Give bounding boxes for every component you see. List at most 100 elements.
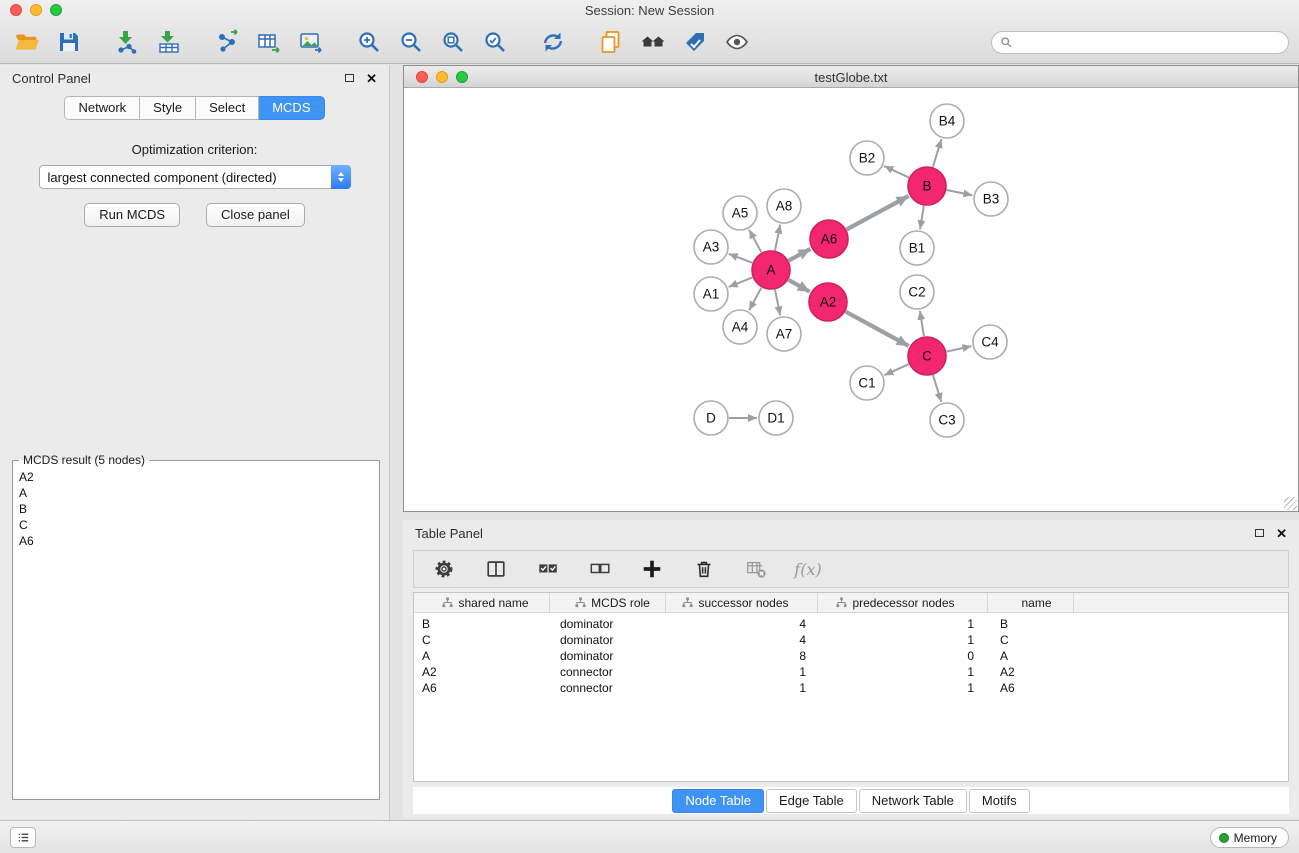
tab-network-table[interactable]: Network Table	[859, 789, 967, 813]
table-cell[interactable]: 8	[666, 649, 818, 663]
export-table-button[interactable]	[252, 25, 286, 59]
graph-node-C2[interactable]: C2	[900, 275, 934, 309]
run-mcds-button[interactable]: Run MCDS	[84, 203, 180, 227]
graph-edge[interactable]	[729, 277, 753, 287]
graph-edge[interactable]	[847, 196, 909, 229]
table-cell[interactable]: 1	[818, 633, 988, 647]
table-cell[interactable]: A6	[988, 681, 1074, 695]
tab-select[interactable]: Select	[196, 96, 259, 120]
graph-edge[interactable]	[846, 312, 909, 346]
graph-edge[interactable]	[749, 230, 761, 253]
graph-node-B4[interactable]: B4	[930, 104, 964, 138]
graph-node-B3[interactable]: B3	[974, 182, 1008, 216]
table-cell[interactable]: 1	[818, 681, 988, 695]
delete-table-button[interactable]	[742, 555, 770, 583]
tab-mcds[interactable]: MCDS	[259, 96, 324, 120]
graph-node-A6[interactable]: A6	[810, 220, 848, 258]
zoom-in-button[interactable]	[352, 25, 386, 59]
column-header-name[interactable]: name	[988, 593, 1074, 612]
column-header-mcds-role[interactable]: MCDS role	[550, 593, 666, 612]
table-cell[interactable]: 1	[818, 617, 988, 631]
table-row[interactable]: A2connector11A2	[414, 664, 1288, 680]
table-cell[interactable]: connector	[550, 681, 666, 695]
duplicate-button[interactable]	[594, 25, 628, 59]
graph-node-A3[interactable]: A3	[694, 230, 728, 264]
mcds-result-item[interactable]: A	[13, 485, 379, 501]
select-all-button[interactable]	[534, 555, 562, 583]
graph-node-A5[interactable]: A5	[723, 196, 757, 230]
table-cell[interactable]: dominator	[550, 649, 666, 663]
close-panel-icon[interactable]: ✕	[366, 72, 377, 85]
show-hide-button[interactable]	[720, 25, 754, 59]
table-cell[interactable]: A	[414, 649, 550, 663]
table-cell[interactable]: dominator	[550, 633, 666, 647]
graph-node-D[interactable]: D	[694, 401, 728, 435]
table-cell[interactable]: connector	[550, 665, 666, 679]
table-settings-button[interactable]	[430, 555, 458, 583]
table-cell[interactable]: 0	[818, 649, 988, 663]
search-input[interactable]	[1018, 36, 1280, 50]
graph-node-B2[interactable]: B2	[850, 141, 884, 175]
table-row[interactable]: A6connector11A6	[414, 680, 1288, 696]
graph-node-A1[interactable]: A1	[694, 277, 728, 311]
table-cell[interactable]: 1	[666, 681, 818, 695]
table-cell[interactable]: C	[414, 633, 550, 647]
save-session-button[interactable]	[52, 25, 86, 59]
zoom-selected-button[interactable]	[478, 25, 512, 59]
graph-node-A8[interactable]: A8	[767, 189, 801, 223]
graph-edge[interactable]	[933, 139, 942, 167]
import-network-button[interactable]	[110, 25, 144, 59]
table-cell[interactable]: A6	[414, 681, 550, 695]
graph-edge[interactable]	[920, 311, 924, 336]
graph-edge[interactable]	[884, 364, 908, 375]
tab-style[interactable]: Style	[140, 96, 196, 120]
table-cell[interactable]: 1	[666, 665, 818, 679]
close-table-panel-icon[interactable]: ✕	[1276, 527, 1287, 540]
graph-node-B[interactable]: B	[908, 167, 946, 205]
column-header-shared-name[interactable]: shared name	[414, 593, 550, 612]
table-row[interactable]: Cdominator41C	[414, 632, 1288, 648]
zoom-out-button[interactable]	[394, 25, 428, 59]
graph-node-A7[interactable]: A7	[767, 317, 801, 351]
table-cell[interactable]: 1	[818, 665, 988, 679]
export-network-button[interactable]	[210, 25, 244, 59]
float-panel-icon[interactable]	[345, 74, 354, 82]
graph-node-A[interactable]: A	[752, 251, 790, 289]
column-header-successor-nodes[interactable]: successor nodes	[666, 593, 818, 612]
network-canvas[interactable]: B4B2BB3A5A8A6A3B1AC2A1A2A4A7C4CC1C3DD1	[404, 88, 1298, 511]
graph-edge[interactable]	[789, 249, 811, 261]
mcds-result-item[interactable]: C	[13, 517, 379, 533]
tab-edge-table[interactable]: Edge Table	[766, 789, 857, 813]
tab-network[interactable]: Network	[64, 96, 140, 120]
close-panel-button[interactable]: Close panel	[206, 203, 305, 227]
memory-button[interactable]: Memory	[1210, 827, 1289, 848]
graph-edge[interactable]	[775, 225, 780, 251]
criterion-dropdown[interactable]: largest connected component (directed)	[39, 165, 351, 189]
table-cell[interactable]: C	[988, 633, 1074, 647]
graph-node-C3[interactable]: C3	[930, 403, 964, 437]
graph-node-D1[interactable]: D1	[759, 401, 793, 435]
function-builder-button[interactable]: f(x)	[794, 555, 822, 583]
table-cell[interactable]: A	[988, 649, 1074, 663]
show-columns-button[interactable]	[482, 555, 510, 583]
table-row[interactable]: Adominator80A	[414, 648, 1288, 664]
graph-edge[interactable]	[788, 280, 809, 292]
tab-node-table[interactable]: Node Table	[672, 789, 764, 813]
table-cell[interactable]: B	[988, 617, 1074, 631]
graph-edge[interactable]	[933, 375, 941, 402]
graph-edge[interactable]	[884, 166, 909, 178]
export-image-button[interactable]	[294, 25, 328, 59]
table-cell[interactable]: 4	[666, 633, 818, 647]
resize-handle[interactable]	[1284, 497, 1297, 510]
table-cell[interactable]: dominator	[550, 617, 666, 631]
table-cell[interactable]: B	[414, 617, 550, 631]
graph-edge[interactable]	[775, 290, 780, 316]
table-cell[interactable]: A2	[414, 665, 550, 679]
table-cell[interactable]: A2	[988, 665, 1074, 679]
graph-node-B1[interactable]: B1	[900, 231, 934, 265]
delete-column-button[interactable]	[690, 555, 718, 583]
float-table-panel-icon[interactable]	[1255, 529, 1264, 537]
import-table-button[interactable]	[152, 25, 186, 59]
mcds-result-item[interactable]: A6	[13, 533, 379, 549]
mcds-result-item[interactable]: B	[13, 501, 379, 517]
